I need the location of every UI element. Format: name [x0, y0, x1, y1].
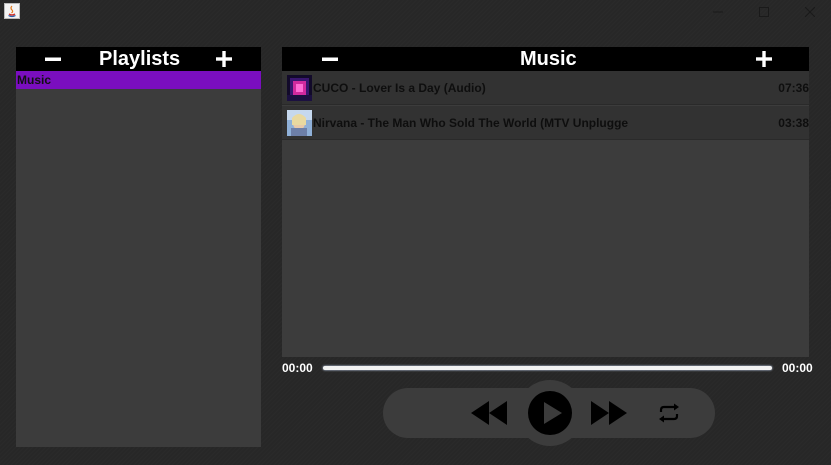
current-time: 00:00	[282, 361, 313, 375]
track-row[interactable]: Nirvana - The Man Who Sold The World (MT…	[282, 106, 809, 140]
repeat-button[interactable]	[656, 402, 682, 424]
track-title: CUCO - Lover Is a Day (Audio)	[313, 81, 486, 95]
track-thumbnail	[287, 110, 312, 136]
plus-icon	[216, 51, 232, 67]
close-icon	[805, 7, 815, 17]
fast-forward-icon	[591, 401, 627, 425]
maximize-icon	[759, 7, 769, 17]
next-button[interactable]	[590, 400, 628, 426]
minimize-button[interactable]	[695, 0, 741, 24]
minus-icon	[322, 57, 338, 61]
app-window: Playlists Music Music CUCO - Lover Is a …	[0, 0, 831, 465]
track-title: Nirvana - The Man Who Sold The World (MT…	[313, 116, 629, 130]
playlist-item-label: Music	[17, 73, 52, 87]
playlists-title: Playlists	[99, 48, 181, 70]
rewind-icon	[471, 401, 507, 425]
close-button[interactable]	[787, 0, 831, 24]
playlists-header: Playlists	[16, 47, 261, 71]
track-duration: 03:38	[778, 116, 809, 130]
remove-playlist-button[interactable]	[41, 47, 65, 71]
tracks-header: Music	[282, 47, 809, 71]
seek-slider[interactable]	[323, 366, 772, 370]
minus-icon	[45, 57, 61, 61]
total-time: 00:00	[782, 361, 813, 375]
previous-button[interactable]	[470, 400, 508, 426]
playlists-panel: Playlists Music	[16, 47, 261, 447]
add-playlist-button[interactable]	[212, 47, 236, 71]
remove-track-button[interactable]	[318, 47, 342, 71]
track-row[interactable]: CUCO - Lover Is a Day (Audio) 07:36	[282, 71, 809, 105]
add-track-button[interactable]	[752, 47, 776, 71]
tracks-title: Music	[520, 48, 577, 70]
play-icon	[528, 391, 572, 435]
maximize-button[interactable]	[741, 0, 787, 24]
track-duration: 07:36	[778, 81, 809, 95]
track-thumbnail	[287, 75, 312, 101]
title-bar	[0, 0, 831, 24]
repeat-icon	[659, 403, 679, 423]
playlist-item[interactable]: Music	[16, 71, 261, 89]
minimize-icon	[713, 11, 723, 13]
tracks-panel: Music CUCO - Lover Is a Day (Audio) 07:3…	[282, 47, 809, 357]
plus-icon	[756, 51, 772, 67]
play-button[interactable]	[527, 390, 573, 436]
java-app-icon	[4, 3, 20, 19]
